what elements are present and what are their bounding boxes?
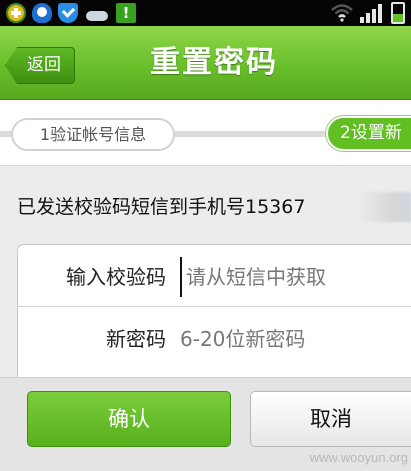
new-password-label: 新密码 bbox=[106, 327, 166, 351]
back-button[interactable]: 返回 bbox=[5, 47, 75, 84]
watermark: www.wooyun.org bbox=[309, 450, 408, 465]
status-bar: ! bbox=[0, 0, 411, 26]
new-password-input[interactable] bbox=[180, 319, 411, 359]
new-password-row: 新密码 bbox=[18, 309, 411, 369]
qq-icon bbox=[32, 3, 52, 23]
status-indicators bbox=[331, 2, 405, 24]
step-set-new-password: 2设置新 bbox=[326, 116, 411, 151]
step-verify-account: 1验证帐号信息 bbox=[11, 118, 175, 151]
wifi-icon bbox=[331, 4, 353, 22]
cancel-button[interactable]: 取消 bbox=[250, 391, 411, 447]
header-bar: 返回 重置密码 bbox=[0, 26, 411, 100]
add-icon bbox=[6, 3, 26, 23]
verification-code-input[interactable] bbox=[180, 257, 411, 297]
weather-icon bbox=[84, 3, 110, 23]
alert-icon: ! bbox=[116, 3, 136, 23]
page-title: 重置密码 bbox=[150, 45, 278, 80]
step-indicator: 1验证帐号信息 2设置新 bbox=[0, 100, 411, 166]
verification-code-row: 输入校验码 bbox=[18, 247, 411, 307]
battery-icon bbox=[391, 2, 405, 24]
signal-icon bbox=[360, 4, 382, 23]
redacted-phone-suffix bbox=[358, 192, 411, 222]
verification-code-label: 输入校验码 bbox=[66, 265, 166, 289]
reset-form: 输入校验码 新密码 bbox=[17, 244, 411, 384]
shield-icon bbox=[58, 3, 78, 23]
confirm-button[interactable]: 确认 bbox=[27, 391, 231, 447]
sms-sent-notice: 已发送校验码短信到手机号15367 bbox=[17, 196, 306, 218]
